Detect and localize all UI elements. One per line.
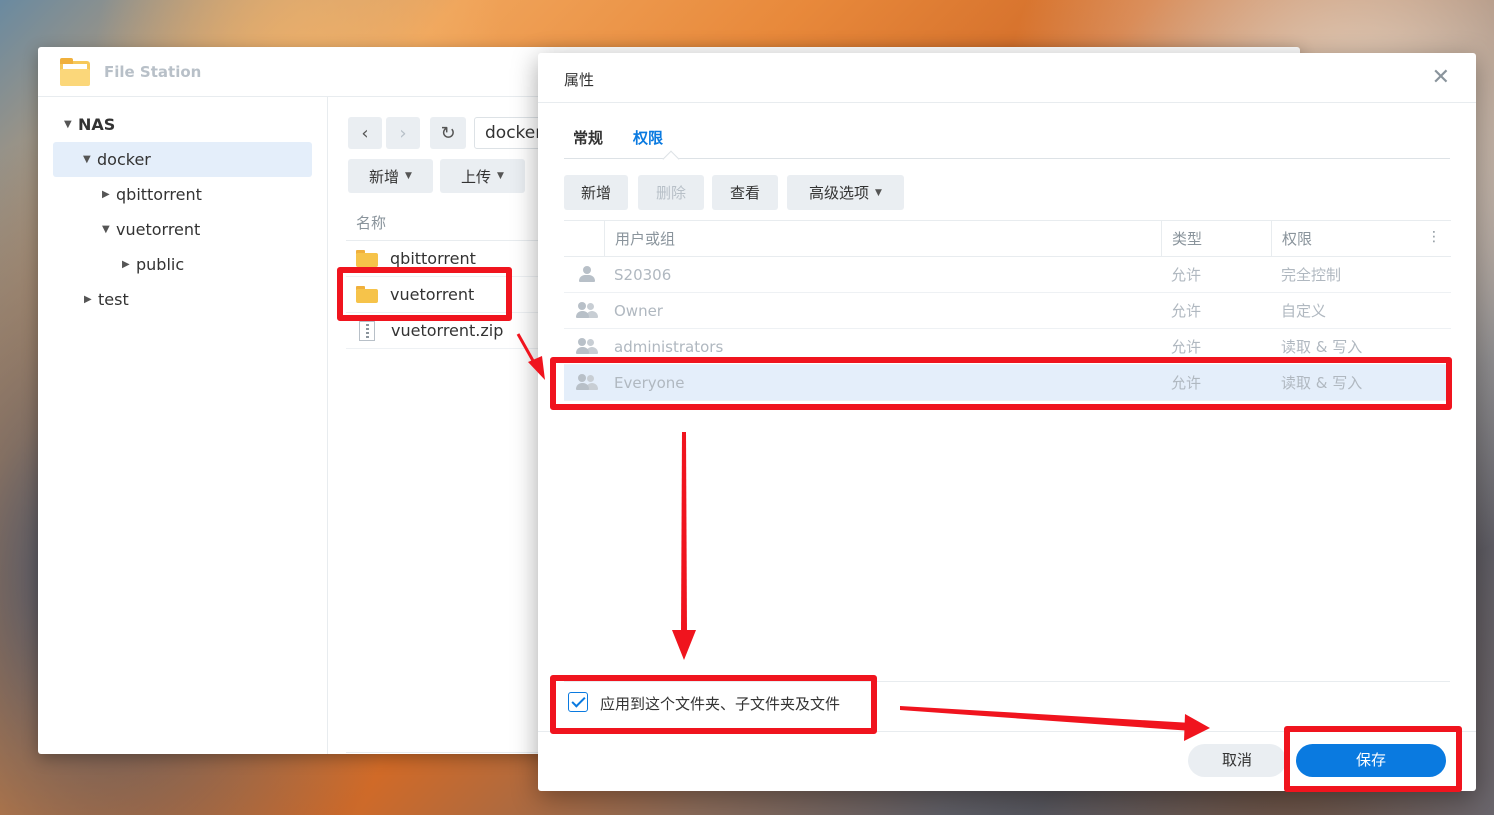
- apply-to-subfolders-checkbox[interactable]: [568, 692, 588, 712]
- permission-row[interactable]: Owner 允许 自定义: [564, 293, 1451, 329]
- new-button[interactable]: 新增 ▼: [348, 159, 433, 193]
- file-name: vuetorrent.zip: [391, 321, 504, 340]
- permission-type: 允许: [1171, 338, 1202, 356]
- group-icon: [576, 374, 598, 390]
- column-header-user[interactable]: 用户或组: [604, 221, 1161, 257]
- view-permission-button[interactable]: 查看: [712, 175, 778, 210]
- upload-button-label: 上传: [461, 167, 492, 186]
- tree-item-label: qbittorrent: [116, 185, 202, 204]
- tree-item-test[interactable]: ▶ test: [38, 282, 327, 317]
- forward-button[interactable]: ›: [386, 117, 420, 149]
- back-button[interactable]: ‹: [348, 117, 382, 149]
- chevron-left-icon: ‹: [361, 122, 369, 144]
- apply-to-subfolders-label[interactable]: 应用到这个文件夹、子文件夹及文件: [600, 693, 840, 714]
- tree-item-label: docker: [97, 150, 151, 169]
- permission-row-selected[interactable]: Everyone 允许 读取 & 写入: [564, 365, 1451, 401]
- delete-permission-button[interactable]: 删除: [638, 175, 704, 210]
- window-title: File Station: [104, 62, 202, 81]
- permission-type: 允许: [1171, 302, 1202, 320]
- caret-down-icon[interactable]: ▼: [83, 154, 97, 165]
- caret-down-icon: ▼: [875, 187, 882, 198]
- tree-item-docker[interactable]: ▼ docker: [53, 142, 312, 177]
- permission-table: 用户或组 类型 权限 ⋮ S20306 允许 完全控制 Owner 允许 自定义…: [564, 220, 1451, 401]
- folder-tree: ▼ NAS ▼ docker ▶ qbittorrent ▼ vuetorren…: [38, 97, 328, 754]
- divider: [538, 731, 1476, 732]
- save-button[interactable]: 保存: [1296, 744, 1446, 777]
- file-name: qbittorrent: [390, 249, 476, 268]
- file-name: vuetorrent: [390, 285, 475, 304]
- caret-right-icon[interactable]: ▶: [122, 259, 136, 270]
- close-icon[interactable]: ✕: [1432, 65, 1450, 90]
- permission-level: 完全控制: [1281, 266, 1342, 284]
- advanced-options-button[interactable]: 高级选项 ▼: [787, 175, 904, 210]
- folder-icon: [356, 286, 378, 303]
- tree-item-nas[interactable]: ▼ NAS: [38, 107, 327, 142]
- add-permission-button[interactable]: 新增: [564, 175, 628, 210]
- permission-type: 允许: [1171, 374, 1202, 392]
- file-station-logo-icon: [60, 57, 90, 86]
- tree-item-label: NAS: [78, 115, 116, 134]
- permission-type: 允许: [1171, 266, 1202, 284]
- user-icon: [578, 266, 596, 282]
- permission-row[interactable]: administrators 允许 读取 & 写入: [564, 329, 1451, 365]
- caret-right-icon[interactable]: ▶: [84, 294, 98, 305]
- permission-level: 读取 & 写入: [1281, 374, 1363, 392]
- caret-down-icon[interactable]: ▼: [64, 119, 78, 130]
- permission-user: administrators: [614, 338, 724, 356]
- column-header-permission[interactable]: 权限: [1271, 221, 1431, 257]
- permission-row[interactable]: S20306 允许 完全控制: [564, 257, 1451, 293]
- tree-item-label: public: [136, 255, 185, 274]
- active-tab-pointer: [662, 150, 680, 168]
- group-icon: [576, 302, 598, 318]
- folder-icon: [356, 250, 378, 267]
- tree-item-vuetorrent[interactable]: ▼ vuetorrent: [38, 212, 327, 247]
- tab-general[interactable]: 常规: [573, 127, 603, 148]
- permission-user: S20306: [614, 266, 672, 284]
- column-menu-icon[interactable]: ⋮: [1427, 229, 1441, 245]
- tree-item-public[interactable]: ▶ public: [38, 247, 327, 282]
- group-icon: [576, 338, 598, 354]
- tree-item-label: test: [98, 290, 129, 309]
- permission-user: Everyone: [614, 374, 685, 392]
- properties-dialog: 属性 ✕ 常规 权限 新增 删除 查看 高级选项 ▼ 用户或组 类型 权限 ⋮ S…: [538, 53, 1476, 791]
- caret-right-icon[interactable]: ▶: [102, 189, 116, 200]
- caret-down-icon: ▼: [497, 171, 504, 181]
- dialog-tabs: 常规 权限: [564, 121, 1450, 168]
- refresh-button[interactable]: ↻: [430, 117, 466, 149]
- permission-level: 自定义: [1281, 302, 1327, 320]
- new-button-label: 新增: [369, 167, 400, 186]
- permission-user: Owner: [614, 302, 663, 320]
- dialog-title: 属性: [564, 71, 595, 89]
- advanced-options-label: 高级选项: [809, 184, 870, 202]
- permission-level: 读取 & 写入: [1281, 338, 1363, 356]
- upload-button[interactable]: 上传 ▼: [440, 159, 525, 193]
- permission-table-header: 用户或组 类型 权限 ⋮: [564, 220, 1451, 257]
- caret-down-icon[interactable]: ▼: [102, 224, 116, 235]
- chevron-right-icon: ›: [399, 122, 407, 144]
- caret-down-icon: ▼: [405, 171, 412, 181]
- dialog-header: 属性 ✕: [538, 53, 1476, 103]
- column-header-type[interactable]: 类型: [1161, 221, 1271, 257]
- tab-permissions[interactable]: 权限: [633, 127, 663, 148]
- tree-item-label: vuetorrent: [116, 220, 201, 239]
- refresh-icon: ↻: [440, 122, 456, 144]
- divider: [564, 681, 1450, 682]
- cancel-button[interactable]: 取消: [1188, 744, 1286, 777]
- tree-item-qbittorrent[interactable]: ▶ qbittorrent: [38, 177, 327, 212]
- zip-file-icon: [359, 320, 375, 341]
